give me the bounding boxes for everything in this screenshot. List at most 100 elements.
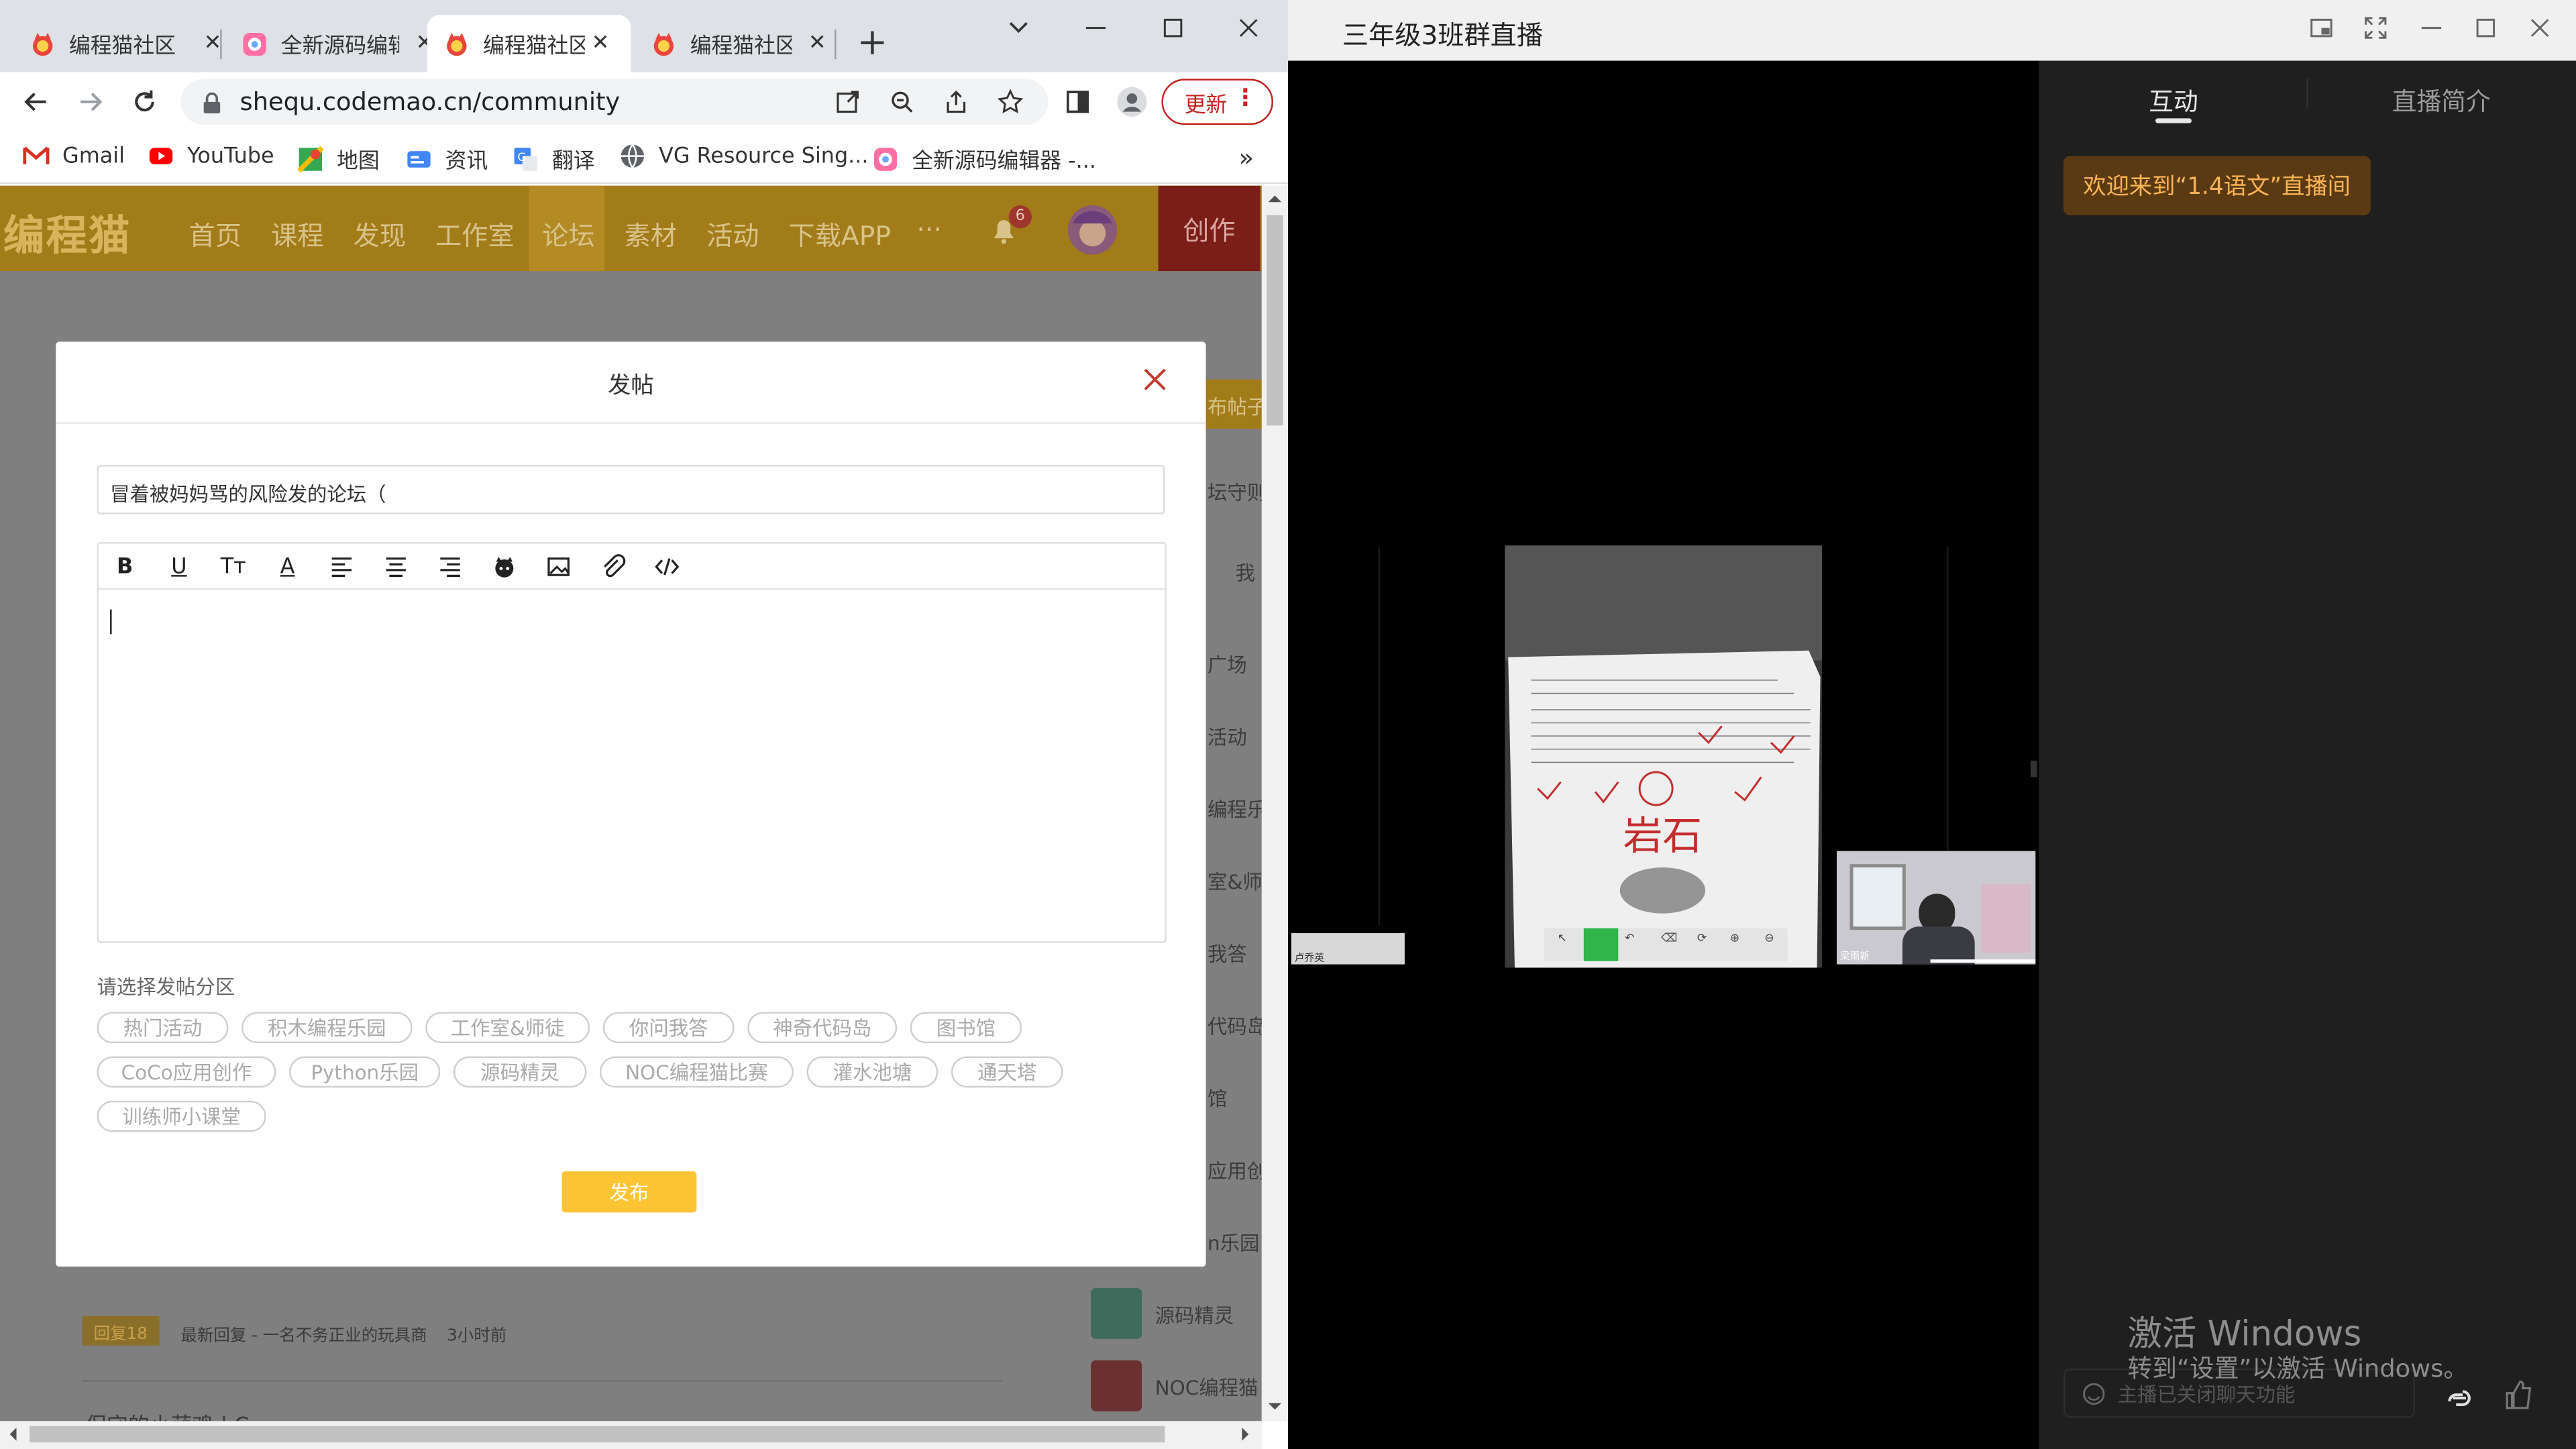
rotate-tool-icon[interactable]: ⟳ (1697, 932, 1707, 945)
bookmark-gmail[interactable]: Gmail (23, 143, 125, 169)
undo-tool-icon[interactable]: ↶ (1625, 932, 1634, 945)
eraser-tool-icon[interactable]: ⌫ (1661, 932, 1677, 945)
tab-live-intro[interactable]: 直播简介 (2392, 84, 2491, 118)
video-area[interactable]: 卢乔英 岩石 ↖ ↶ ⌫ ⟳ ⊕ ⊖ 梁雨新 (1288, 60, 2039, 1449)
nav-studio[interactable]: 工作室 (435, 213, 515, 253)
close-icon[interactable] (1140, 365, 1170, 394)
pointer-tool-icon[interactable]: ↖ (1558, 932, 1567, 945)
open-in-app-icon[interactable] (835, 89, 861, 115)
thumbs-up-icon[interactable] (2502, 1379, 2535, 1411)
bookmark-translate[interactable]: G 翻译 (513, 143, 595, 174)
tab-search-chevron-icon[interactable] (1006, 15, 1032, 41)
main-video-feed[interactable]: 岩石 ↖ ↶ ⌫ ⟳ ⊕ ⊖ (1505, 545, 1822, 968)
category-chip[interactable]: 图书馆 (910, 1012, 1022, 1044)
side-panel-icon[interactable] (1055, 79, 1101, 125)
minimize-icon[interactable] (2418, 15, 2445, 41)
attachment-icon[interactable] (600, 553, 626, 580)
side-publish[interactable]: 布帖子 (1208, 392, 1262, 421)
user-avatar[interactable] (1066, 204, 1118, 256)
scroll-right-icon[interactable] (1239, 1428, 1252, 1441)
emoji-cat-icon[interactable] (491, 553, 517, 580)
horizontal-scrollbar[interactable] (0, 1421, 1262, 1449)
zoom-in-tool-icon[interactable]: ⊕ (1730, 932, 1739, 945)
profile-avatar-icon[interactable] (1109, 79, 1155, 125)
window-close-icon[interactable] (1236, 15, 1262, 41)
bookmark-news[interactable]: 资讯 (406, 143, 488, 174)
minimize-icon[interactable] (1083, 15, 1109, 41)
category-chip[interactable]: 积木编程乐园 (241, 1012, 413, 1044)
nav-materials[interactable]: 素材 (625, 213, 677, 253)
font-color-icon[interactable]: A (274, 553, 301, 580)
zoom-icon[interactable] (889, 89, 915, 115)
scroll-down-icon[interactable] (1268, 1400, 1282, 1413)
rich-text-editor[interactable]: B U Tт A (97, 542, 1167, 943)
text-size-icon[interactable]: Tт (220, 553, 246, 580)
scrollbar-thumb[interactable] (1267, 215, 1283, 426)
side-coco[interactable]: 应用创 (1208, 1157, 1262, 1185)
url-text[interactable]: shequ.codemao.cn/community (240, 87, 621, 117)
side-noc[interactable]: NOC编程猫 (1155, 1373, 1258, 1401)
category-chip[interactable]: 工作室&师徒 (425, 1012, 590, 1044)
panel-resize-handle[interactable] (2030, 760, 2037, 777)
bookmark-editor[interactable]: 全新源码编辑器 -... (872, 143, 1096, 174)
side-code-island[interactable]: 代码岛 (1208, 1012, 1262, 1040)
category-chip[interactable]: 神奇代码岛 (747, 1012, 898, 1044)
image-icon[interactable] (545, 553, 572, 580)
scroll-left-icon[interactable] (7, 1428, 20, 1441)
address-bar[interactable]: shequ.codemao.cn/community (180, 78, 1049, 125)
post-title-input[interactable]: 冒着被妈妈骂的风险发的论坛（ (97, 465, 1165, 515)
tab-3-active[interactable]: 编程猫社区 ✕ (427, 15, 631, 72)
code-icon[interactable] (654, 553, 680, 580)
fullscreen-icon[interactable] (2363, 15, 2389, 41)
side-square[interactable]: 广场 (1208, 651, 1247, 679)
side-studio[interactable]: 室&师徒 (1208, 867, 1262, 896)
close-icon[interactable]: ✕ (808, 32, 826, 56)
underline-icon[interactable]: U (166, 553, 192, 580)
zoom-out-tool-icon[interactable]: ⊖ (1764, 932, 1774, 945)
maximize-icon[interactable] (1160, 15, 1186, 41)
update-button[interactable]: 更新 ⋮ (1161, 78, 1273, 125)
bookmark-youtube[interactable]: YouTube (148, 143, 274, 169)
site-logo[interactable]: 编程猫 (3, 204, 131, 263)
back-icon[interactable] (13, 79, 60, 125)
window-close-icon[interactable] (2527, 15, 2553, 41)
close-icon[interactable]: ✕ (592, 32, 610, 56)
category-chip[interactable]: 热门活动 (97, 1012, 229, 1044)
tab-4[interactable]: 编程猫社区 ✕ (634, 15, 843, 72)
share-icon[interactable] (943, 89, 969, 115)
side-qa[interactable]: 我答 (1208, 940, 1247, 968)
nav-home[interactable]: 首页 (189, 213, 241, 253)
category-chip[interactable]: 你问我答 (602, 1012, 735, 1044)
side-activity[interactable]: 活动 (1208, 723, 1247, 751)
pen-tool-active[interactable] (1583, 928, 1619, 961)
category-chip[interactable]: 灌水池塘 (806, 1056, 938, 1088)
scrollbar-thumb[interactable] (30, 1426, 1165, 1443)
lock-icon[interactable] (202, 92, 221, 113)
scroll-up-icon[interactable] (1268, 193, 1282, 206)
category-chip[interactable]: NOC编程猫比赛 (599, 1056, 794, 1088)
tab-1[interactable]: 编程猫社区 ✕ (13, 15, 238, 72)
side-source-sprite[interactable]: 源码精灵 (1155, 1301, 1234, 1330)
bookmark-star-icon[interactable] (997, 89, 1024, 115)
align-center-icon[interactable] (383, 553, 409, 580)
more-bookmarks-icon[interactable]: » (1239, 143, 1254, 172)
nav-activities[interactable]: 活动 (706, 213, 759, 253)
bookmark-vg-resource[interactable]: VG Resource Sing... (619, 143, 869, 169)
menu-dots-icon[interactable]: ⋮ (1234, 85, 1256, 111)
side-me[interactable]: 我 (1236, 559, 1255, 587)
category-chip[interactable]: Python乐园 (289, 1056, 441, 1088)
align-right-icon[interactable] (437, 553, 463, 580)
nav-download-app[interactable]: 下载APP (789, 213, 891, 253)
forward-icon[interactable] (67, 79, 113, 125)
tab-2[interactable]: 全新源码编辑器 ✕ (225, 15, 450, 72)
nav-forum[interactable]: 论坛 (542, 213, 594, 253)
align-left-icon[interactable] (329, 553, 355, 580)
new-tab-icon[interactable] (857, 28, 887, 58)
link-icon[interactable] (2443, 1382, 2476, 1415)
side-python[interactable]: n乐园 (1208, 1229, 1259, 1257)
bold-icon[interactable]: B (112, 553, 138, 580)
nav-more[interactable]: ··· (917, 213, 942, 245)
side-rules[interactable]: 坛守则 > (1208, 478, 1262, 506)
category-chip[interactable]: 通天塔 (951, 1056, 1063, 1088)
picture-in-picture-icon[interactable] (2308, 15, 2334, 41)
